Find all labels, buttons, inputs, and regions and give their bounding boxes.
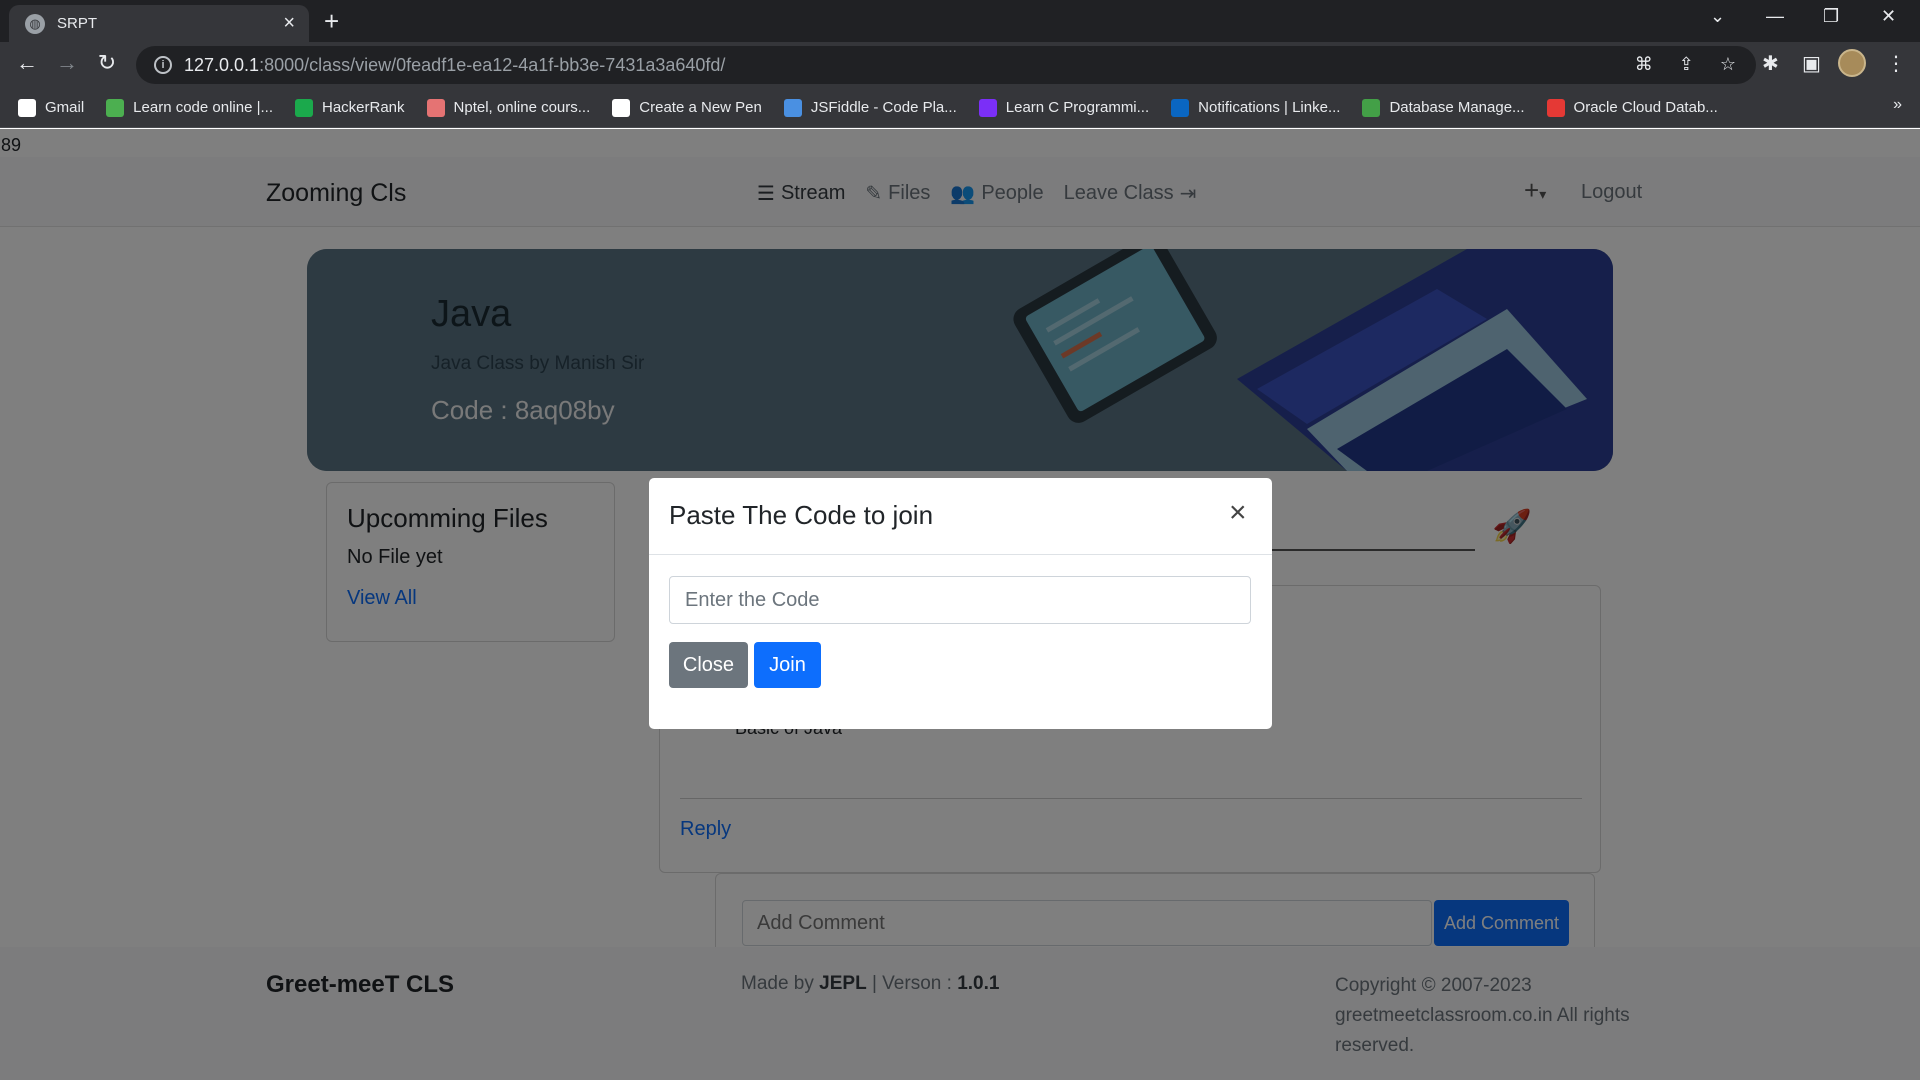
bookmark-star-icon[interactable]: ☆ (1720, 54, 1736, 75)
tab-search-chevron-icon[interactable]: ⌄ (1710, 6, 1725, 27)
hackerrank-icon (295, 98, 313, 117)
browser-tab-bar: ◍ SRPT × + ⌄ — ❐ ✕ (0, 0, 1920, 42)
share-icon[interactable]: ⇪ (1679, 54, 1694, 75)
restore-icon[interactable]: ❐ (1823, 6, 1839, 27)
join-class-modal: Paste The Code to join × Close Join (649, 478, 1272, 729)
url-path: :8000/class/view/0feadf1e-ea12-4a1f-bb3e… (259, 54, 726, 75)
bookmarks-bar: Gmail Learn code online |... HackerRank Npt… (0, 88, 1920, 128)
class-code-input[interactable] (669, 576, 1251, 624)
site-info-icon[interactable]: i (154, 56, 172, 74)
profile-avatar[interactable] (1838, 49, 1866, 77)
back-arrow-icon[interactable]: ← (12, 50, 42, 76)
join-button[interactable]: Join (754, 642, 821, 688)
reload-icon[interactable]: ↻ (92, 50, 122, 76)
bookmark-label: Learn C Programmi... (1005, 99, 1150, 116)
window-close-icon[interactable]: ✕ (1881, 6, 1896, 27)
bookmark-label: Notifications | Linke... (1198, 99, 1341, 116)
bookmark-item[interactable]: Database Manage... (1362, 98, 1525, 117)
programiz-icon (978, 98, 997, 117)
address-bar[interactable]: i 127.0.0.1:8000/class/view/0feadf1e-ea1… (136, 46, 1756, 84)
bookmark-label: Learn code online |... (133, 99, 273, 116)
bookmark-item[interactable]: Learn C Programmi... (978, 98, 1150, 117)
oracle-icon (1546, 98, 1565, 117)
bookmark-label: Create a New Pen (639, 99, 762, 116)
close-button[interactable]: Close (669, 642, 748, 688)
bookmark-item[interactable]: Notifications | Linke... (1171, 98, 1341, 117)
jsfiddle-icon (783, 98, 802, 117)
bookmark-item[interactable]: JSFiddle - Code Pla... (783, 98, 957, 117)
bookmark-item[interactable]: Nptel, online cours... (426, 98, 591, 117)
minimize-icon[interactable]: — (1766, 6, 1784, 27)
google-icon (18, 98, 36, 117)
page-viewport: 89 Zooming Cls ☰ Stream ✎ Files 👥 People… (0, 129, 1920, 1080)
bookmark-item[interactable]: HackerRank (295, 98, 405, 117)
bookmarks-overflow-icon[interactable]: » (1893, 96, 1902, 114)
codepen-icon (612, 98, 631, 117)
bookmark-label: Gmail (45, 99, 85, 116)
database-icon (1362, 98, 1381, 117)
translate-icon[interactable]: ⌘ (1635, 54, 1653, 75)
nptel-icon (426, 98, 445, 117)
menu-kebab-icon[interactable]: ⋮ (1886, 51, 1906, 76)
new-tab-plus-icon[interactable]: + (324, 6, 339, 36)
url-host: 127.0.0.1 (184, 54, 260, 75)
code-icon (106, 98, 125, 117)
tab-close-icon[interactable]: × (283, 12, 295, 35)
modal-title: Paste The Code to join (669, 500, 934, 530)
modal-close-icon[interactable]: × (1229, 496, 1247, 530)
browser-tab[interactable]: ◍ SRPT × (9, 5, 309, 42)
side-panel-icon[interactable]: ▣ (1802, 51, 1821, 76)
linkedin-icon (1171, 98, 1190, 117)
bookmark-label: Oracle Cloud Datab... (1573, 99, 1718, 116)
tab-title: SRPT (57, 15, 98, 32)
bookmark-label: HackerRank (322, 99, 405, 116)
bookmark-item[interactable]: Gmail (18, 98, 85, 117)
forward-arrow-icon[interactable]: → (52, 50, 82, 76)
bookmark-item[interactable]: Create a New Pen (612, 98, 762, 117)
bookmark-label: Database Manage... (1389, 99, 1525, 116)
bookmark-label: JSFiddle - Code Pla... (810, 99, 957, 116)
globe-icon: ◍ (25, 13, 45, 34)
bookmark-item[interactable]: Oracle Cloud Datab... (1546, 98, 1718, 117)
browser-toolbar: ← → ↻ i 127.0.0.1:8000/class/view/0feadf… (0, 42, 1920, 88)
modal-header: Paste The Code to join × (649, 478, 1272, 555)
bookmark-item[interactable]: Learn code online |... (106, 98, 273, 117)
bookmark-label: Nptel, online cours... (453, 99, 591, 116)
extensions-puzzle-icon[interactable]: ✱ (1762, 51, 1779, 76)
